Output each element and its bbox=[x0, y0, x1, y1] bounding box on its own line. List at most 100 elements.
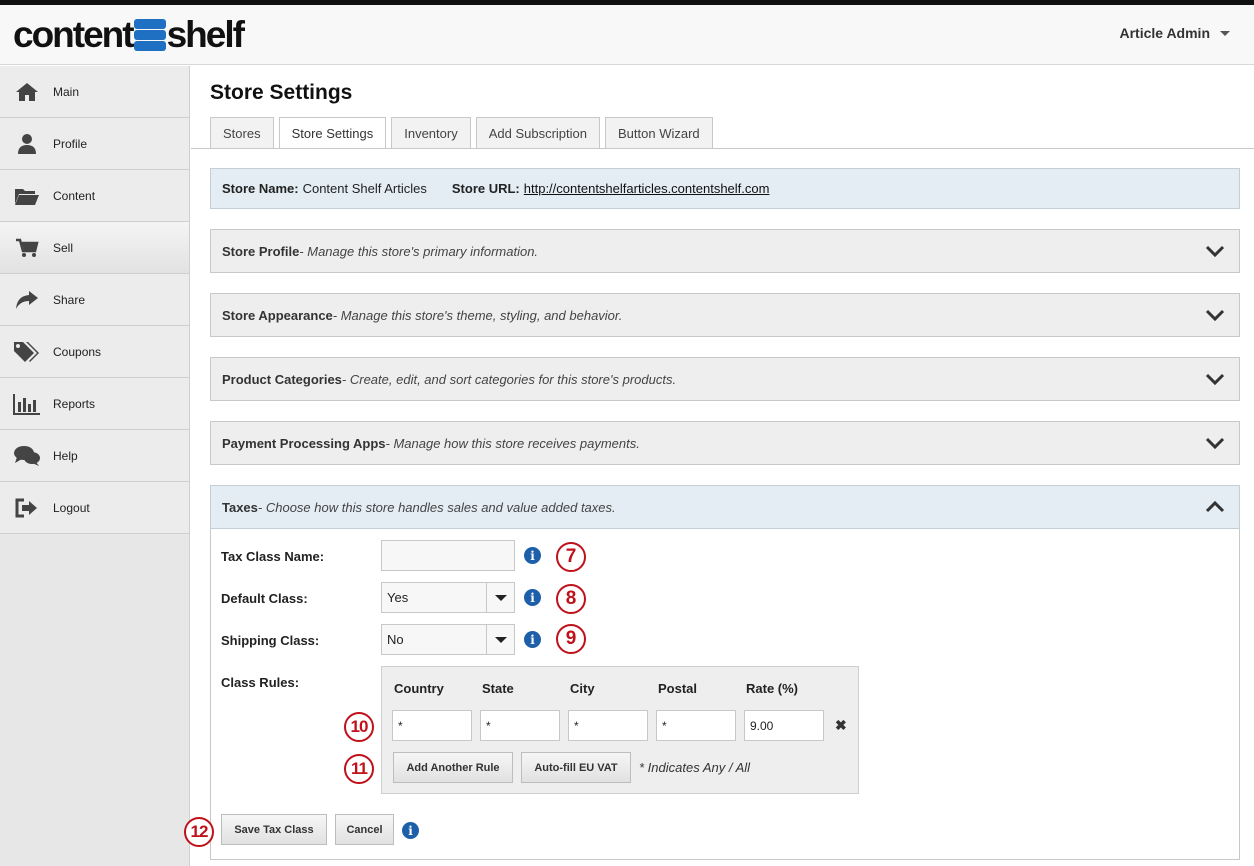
tax-class-name-label: Tax Class Name: bbox=[221, 549, 325, 564]
store-name-value: Content Shelf Articles bbox=[302, 181, 427, 196]
col-header-state: State bbox=[482, 681, 514, 696]
store-url-label: Store URL: bbox=[451, 181, 520, 196]
default-class-value: Yes bbox=[387, 590, 409, 605]
section-description: - Create, edit, and sort categories for … bbox=[341, 371, 677, 387]
chevron-down-icon[interactable] bbox=[1205, 244, 1225, 261]
store-name-label: Store Name: bbox=[222, 181, 299, 196]
caret-down-icon[interactable] bbox=[486, 625, 514, 654]
section-store-appearance[interactable]: Store Appearance - Manage this store's t… bbox=[210, 293, 1240, 337]
sidebar: Main Profile Content Sell Share Coupons bbox=[0, 66, 190, 866]
section-store-profile[interactable]: Store Profile - Manage this store's prim… bbox=[210, 229, 1240, 273]
section-taxes[interactable]: Taxes - Choose how this store handles sa… bbox=[210, 485, 1240, 529]
bar-chart-icon bbox=[0, 393, 53, 415]
tab-store-settings[interactable]: Store Settings bbox=[278, 117, 387, 149]
sidebar-item-main[interactable]: Main bbox=[0, 66, 189, 118]
tab-bar: Stores Store Settings Inventory Add Subs… bbox=[210, 117, 718, 149]
rule-country-input[interactable]: * bbox=[392, 710, 472, 741]
tab-button-wizard[interactable]: Button Wizard bbox=[605, 117, 713, 148]
sidebar-item-sell[interactable]: Sell bbox=[0, 222, 189, 274]
callout-12: 12 bbox=[184, 817, 214, 847]
class-rules-label: Class Rules: bbox=[221, 675, 300, 690]
section-description: - Manage this store's primary informatio… bbox=[299, 243, 539, 259]
sidebar-item-label: Share bbox=[53, 292, 86, 307]
share-icon bbox=[0, 290, 53, 310]
sidebar-item-reports[interactable]: Reports bbox=[0, 378, 189, 430]
info-icon[interactable]: i bbox=[402, 822, 419, 839]
caret-down-icon bbox=[1220, 30, 1230, 36]
info-icon[interactable]: i bbox=[524, 589, 541, 606]
chevron-down-icon[interactable] bbox=[1205, 308, 1225, 325]
folder-icon bbox=[0, 186, 53, 206]
section-title: Payment Processing Apps bbox=[222, 435, 386, 451]
sidebar-item-content[interactable]: Content bbox=[0, 170, 189, 222]
section-description: - Choose how this store handles sales an… bbox=[257, 499, 616, 515]
sidebar-item-label: Reports bbox=[53, 396, 96, 411]
chevron-down-icon[interactable] bbox=[1205, 372, 1225, 389]
tags-icon bbox=[0, 341, 53, 363]
shipping-class-select[interactable]: No bbox=[381, 624, 515, 655]
sidebar-item-logout[interactable]: Logout bbox=[0, 482, 189, 534]
tab-divider bbox=[191, 148, 1254, 149]
col-header-country: Country bbox=[394, 681, 444, 696]
user-menu[interactable]: Article Admin bbox=[1119, 25, 1230, 41]
info-icon[interactable]: i bbox=[524, 547, 541, 564]
callout-9: 9 bbox=[556, 624, 586, 654]
save-tax-class-button[interactable]: Save Tax Class bbox=[221, 814, 327, 845]
sidebar-item-label: Main bbox=[53, 84, 80, 99]
tab-stores[interactable]: Stores bbox=[210, 117, 274, 148]
chevron-down-icon[interactable] bbox=[1205, 436, 1225, 453]
col-header-postal: Postal bbox=[658, 681, 698, 696]
page-title: Store Settings bbox=[210, 81, 353, 104]
logo-text-right: shelf bbox=[166, 14, 245, 55]
section-payment-processing[interactable]: Payment Processing Apps - Manage how thi… bbox=[210, 421, 1240, 465]
callout-7: 7 bbox=[556, 542, 586, 572]
add-another-rule-button[interactable]: Add Another Rule bbox=[393, 752, 513, 783]
shipping-class-label: Shipping Class: bbox=[221, 633, 320, 648]
autofill-eu-vat-button[interactable]: Auto-fill EU VAT bbox=[521, 752, 631, 783]
tab-inventory[interactable]: Inventory bbox=[391, 117, 471, 148]
logo-mark-icon bbox=[133, 17, 166, 53]
caret-down-icon[interactable] bbox=[486, 583, 514, 612]
tab-add-subscription[interactable]: Add Subscription bbox=[475, 117, 600, 148]
sidebar-item-coupons[interactable]: Coupons bbox=[0, 326, 189, 378]
store-url-link[interactable]: http://contentshelfarticles.contentshelf… bbox=[524, 181, 770, 196]
default-class-select[interactable]: Yes bbox=[381, 582, 515, 613]
rule-city-input[interactable]: * bbox=[568, 710, 648, 741]
rule-state-input[interactable]: * bbox=[480, 710, 560, 741]
cancel-button[interactable]: Cancel bbox=[335, 814, 394, 845]
callout-8: 8 bbox=[556, 584, 586, 614]
tax-class-name-input[interactable] bbox=[381, 540, 515, 571]
user-icon bbox=[0, 133, 53, 155]
sidebar-item-label: Coupons bbox=[53, 344, 102, 359]
app-header: content shelf Article Admin bbox=[0, 5, 1254, 65]
home-icon bbox=[0, 82, 53, 102]
default-class-label: Default Class: bbox=[221, 591, 308, 606]
section-title: Store Appearance bbox=[222, 307, 333, 323]
logo[interactable]: content shelf bbox=[13, 14, 245, 55]
cart-icon bbox=[0, 238, 53, 258]
rules-note: * Indicates Any / All bbox=[639, 760, 751, 775]
sidebar-item-profile[interactable]: Profile bbox=[0, 118, 189, 170]
sidebar-item-label: Help bbox=[53, 448, 78, 463]
callout-10: 10 bbox=[344, 712, 374, 742]
chevron-up-icon[interactable] bbox=[1205, 500, 1225, 517]
user-menu-label: Article Admin bbox=[1119, 25, 1211, 41]
info-icon[interactable]: i bbox=[524, 631, 541, 648]
sidebar-item-label: Logout bbox=[53, 500, 90, 515]
rule-postal-input[interactable]: * bbox=[656, 710, 736, 741]
sidebar-item-help[interactable]: Help bbox=[0, 430, 189, 482]
delete-rule-icon[interactable]: ✖ bbox=[835, 717, 847, 734]
taxes-panel: Tax Class Name: i 7 Default Class: Yes i… bbox=[184, 529, 1240, 860]
sidebar-item-label: Profile bbox=[53, 136, 88, 151]
callout-11: 11 bbox=[344, 754, 374, 784]
settings-content: Store Name: Content Shelf Articles Store… bbox=[184, 168, 1240, 860]
logout-icon bbox=[0, 498, 53, 518]
rule-rate-input[interactable]: 9.00 bbox=[744, 710, 824, 741]
sidebar-item-share[interactable]: Share bbox=[0, 274, 189, 326]
class-rules-box: Country State City Postal Rate (%) * * *… bbox=[381, 666, 859, 794]
store-info-bar: Store Name: Content Shelf Articles Store… bbox=[210, 168, 1240, 209]
section-product-categories[interactable]: Product Categories - Create, edit, and s… bbox=[210, 357, 1240, 401]
section-description: - Manage this store's theme, styling, an… bbox=[332, 307, 623, 323]
section-title: Product Categories bbox=[222, 371, 342, 387]
section-title: Store Profile bbox=[222, 243, 300, 259]
